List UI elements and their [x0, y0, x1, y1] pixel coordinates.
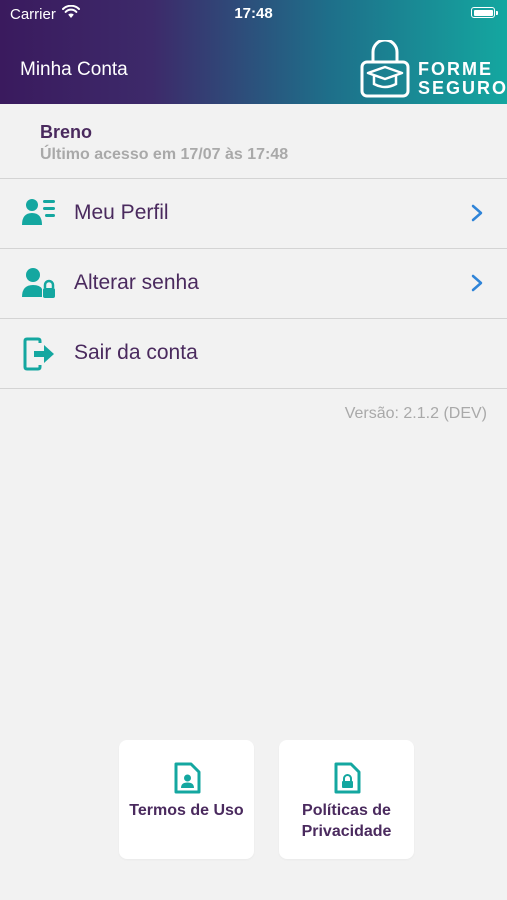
terms-of-use-card[interactable]: Termos de Uso: [119, 740, 254, 859]
menu-item-label: Meu Perfil: [74, 201, 169, 224]
last-access-text: Último acesso em 17/07 às 17:48: [40, 146, 289, 163]
menu-item-meu-perfil[interactable]: Meu Perfil: [0, 179, 507, 248]
menu-item-label: Alterar senha: [74, 271, 199, 294]
page-title: Minha Conta: [20, 59, 128, 80]
chevron-right-icon: [471, 274, 483, 297]
logout-icon: [22, 337, 56, 376]
profile-list-icon: [22, 197, 56, 232]
logo-line-2: SEGURO: [418, 78, 507, 98]
header: Carrier 17:48 Minha Conta FORME SEGURO: [0, 0, 507, 104]
document-user-icon: [119, 762, 254, 799]
privacy-policy-card[interactable]: Políticas de Privacidade: [279, 740, 414, 859]
card-label: Termos de Uso: [129, 802, 244, 819]
user-info: Breno Último acesso em 17/07 às 17:48: [0, 104, 507, 178]
status-bar: Carrier 17:48: [0, 0, 507, 28]
menu-item-label: Sair da conta: [74, 341, 198, 364]
brand-logo: FORME SEGURO: [360, 40, 506, 98]
document-lock-icon: [279, 762, 414, 799]
user-name: Breno: [40, 122, 93, 142]
logo-line-1: FORME: [418, 59, 493, 79]
battery-icon: [471, 7, 498, 18]
menu-item-alterar-senha[interactable]: Alterar senha: [0, 249, 507, 318]
chevron-right-icon: [471, 204, 483, 227]
divider: [0, 388, 507, 389]
card-label: Políticas de Privacidade: [301, 802, 392, 840]
clock: 17:48: [234, 5, 273, 22]
padlock-logo-icon: [360, 40, 410, 98]
user-lock-icon: [22, 267, 56, 304]
menu-item-sair-da-conta[interactable]: Sair da conta: [0, 319, 507, 388]
logo-wordmark: FORME SEGURO: [418, 60, 507, 98]
app-version: Versão: 2.1.2 (DEV): [344, 405, 487, 422]
